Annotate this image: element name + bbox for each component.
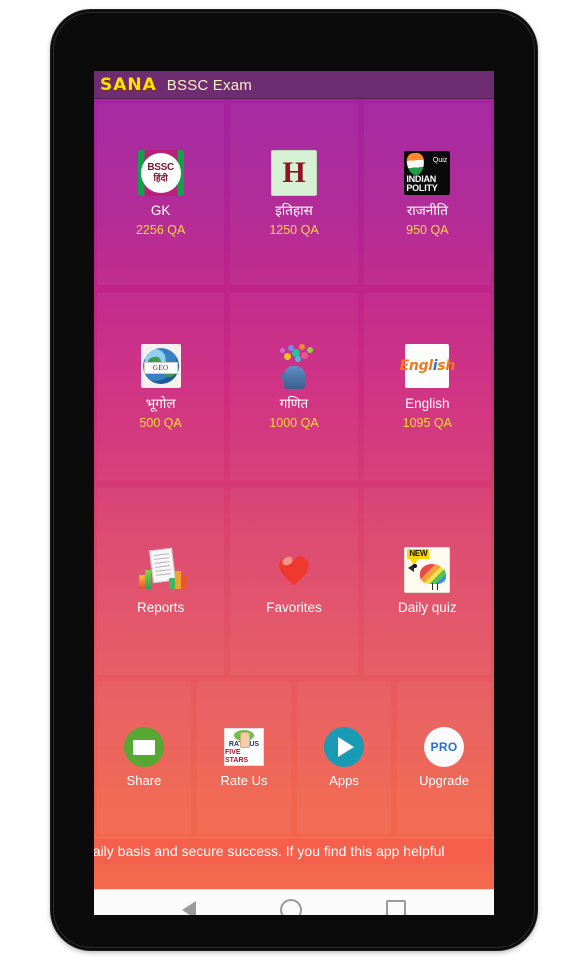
new-badge: NEW [407,549,430,567]
tile-qa-count: 2256 QA [135,223,186,238]
indian-polity-icon-quiz: Quiz [432,157,448,165]
new-bird-icon: NEW [404,547,451,594]
android-nav-bar [94,889,494,915]
tile-label: Daily quiz [398,600,457,616]
screenshot-root: SANA BSSC Exam BSSC हिंदी GK 2256 QA H इ… [0,0,588,962]
tile-label: Reports [137,600,185,616]
tile-gk[interactable]: BSSC हिंदी GK 2256 QA [97,103,225,285]
envelope-icon [124,727,164,768]
bssc-hindi-icon-line2: हिंदी [153,173,168,184]
tile-label: राजनीति [406,203,448,219]
app-header: SANA BSSC Exam [94,71,494,99]
rate-us-icon: RATE US FIVE STARS [224,727,264,767]
tile-label: Rate Us [220,773,268,789]
reports-chart-icon [138,547,187,593]
tile-rate-us[interactable]: RATE US FIVE STARS Rate Us [197,682,291,834]
tile-label: Favorites [266,600,322,616]
tile-qa-count: 500 QA [139,415,182,430]
tile-label: इतिहास [275,203,313,219]
history-h-icon-letter: H [282,156,306,190]
indian-polity-icon: Quiz INDIAN POLITY [404,150,451,196]
home-icon[interactable] [280,899,302,915]
device-screen: SANA BSSC Exam BSSC हिंदी GK 2256 QA H इ… [94,71,494,915]
page-title: BSSC Exam [166,76,252,94]
subject-row-2: GEO भूगोल 500 QA गणित 1000 QA English En… [94,289,494,484]
tile-ganit[interactable]: गणित 1000 QA [230,293,358,480]
heart-icon [271,547,317,593]
tile-itihas[interactable]: H इतिहास 1250 QA [230,103,358,285]
bssc-hindi-icon: BSSC हिंदी [137,150,184,197]
tile-favorites[interactable]: Favorites [230,488,358,675]
tile-qa-count: 950 QA [406,223,449,238]
tile-qa-count: 1250 QA [269,223,319,238]
tile-qa-count: 1095 QA [402,415,452,430]
english-icon: English [400,343,455,389]
tile-english[interactable]: English English 1095 QA [363,293,491,480]
back-icon[interactable] [182,901,196,915]
marquee-banner: daily basis and secure success. If you f… [94,837,494,864]
india-map-shape [406,152,426,176]
pro-badge-icon: PRO [424,727,464,768]
action-row: Share RATE US FIVE STARS Rate Us Apps PR… [94,679,494,837]
pro-badge-text: PRO [430,740,458,755]
recents-icon[interactable] [386,900,406,915]
tile-label: Apps [329,773,359,789]
tile-daily-quiz[interactable]: NEW Daily quiz [363,488,491,675]
geo-globe-icon: GEO [138,343,184,389]
bssc-hindi-icon-line1: BSSC [147,162,174,174]
tile-bhugol[interactable]: GEO भूगोल 500 QA [97,293,225,480]
indian-polity-icon-line3: POLITY [406,183,438,194]
english-icon-text: English [399,357,456,374]
tablet-frame: SANA BSSC Exam BSSC हिंदी GK 2256 QA H इ… [51,10,537,950]
tile-qa-count: 1000 QA [269,415,319,430]
history-h-icon: H [270,150,317,197]
tile-upgrade[interactable]: PRO Upgrade [397,682,491,834]
rate-us-icon-line2: FIVE STARS [225,749,249,765]
math-head-icon [271,343,317,389]
tile-label: English [405,395,450,411]
bird-shape [420,564,447,585]
tile-label: गणित [279,395,309,411]
tile-label: GK [150,203,171,219]
tile-apps[interactable]: Apps [297,682,391,834]
head-shape [280,365,305,389]
tile-label: Share [126,773,162,789]
tile-label: भूगोल [145,395,176,411]
main-grid: BSSC हिंदी GK 2256 QA H इतिहास 1250 QA Q… [94,99,494,889]
tile-reports[interactable]: Reports [97,488,225,675]
marquee-text: daily basis and secure success. If you f… [94,843,445,859]
tile-label: Upgrade [419,773,469,789]
play-store-icon [324,727,364,768]
app-logo: SANA [100,74,157,95]
subject-row-1: BSSC हिंदी GK 2256 QA H इतिहास 1250 QA Q… [94,99,494,289]
feature-row: Reports Favorites NEW Daily quiz [94,484,494,679]
tile-share[interactable]: Share [97,682,191,834]
tile-rajniti[interactable]: Quiz INDIAN POLITY राजनीति 950 QA [363,103,491,285]
geo-globe-icon-label: GEO [143,361,178,374]
